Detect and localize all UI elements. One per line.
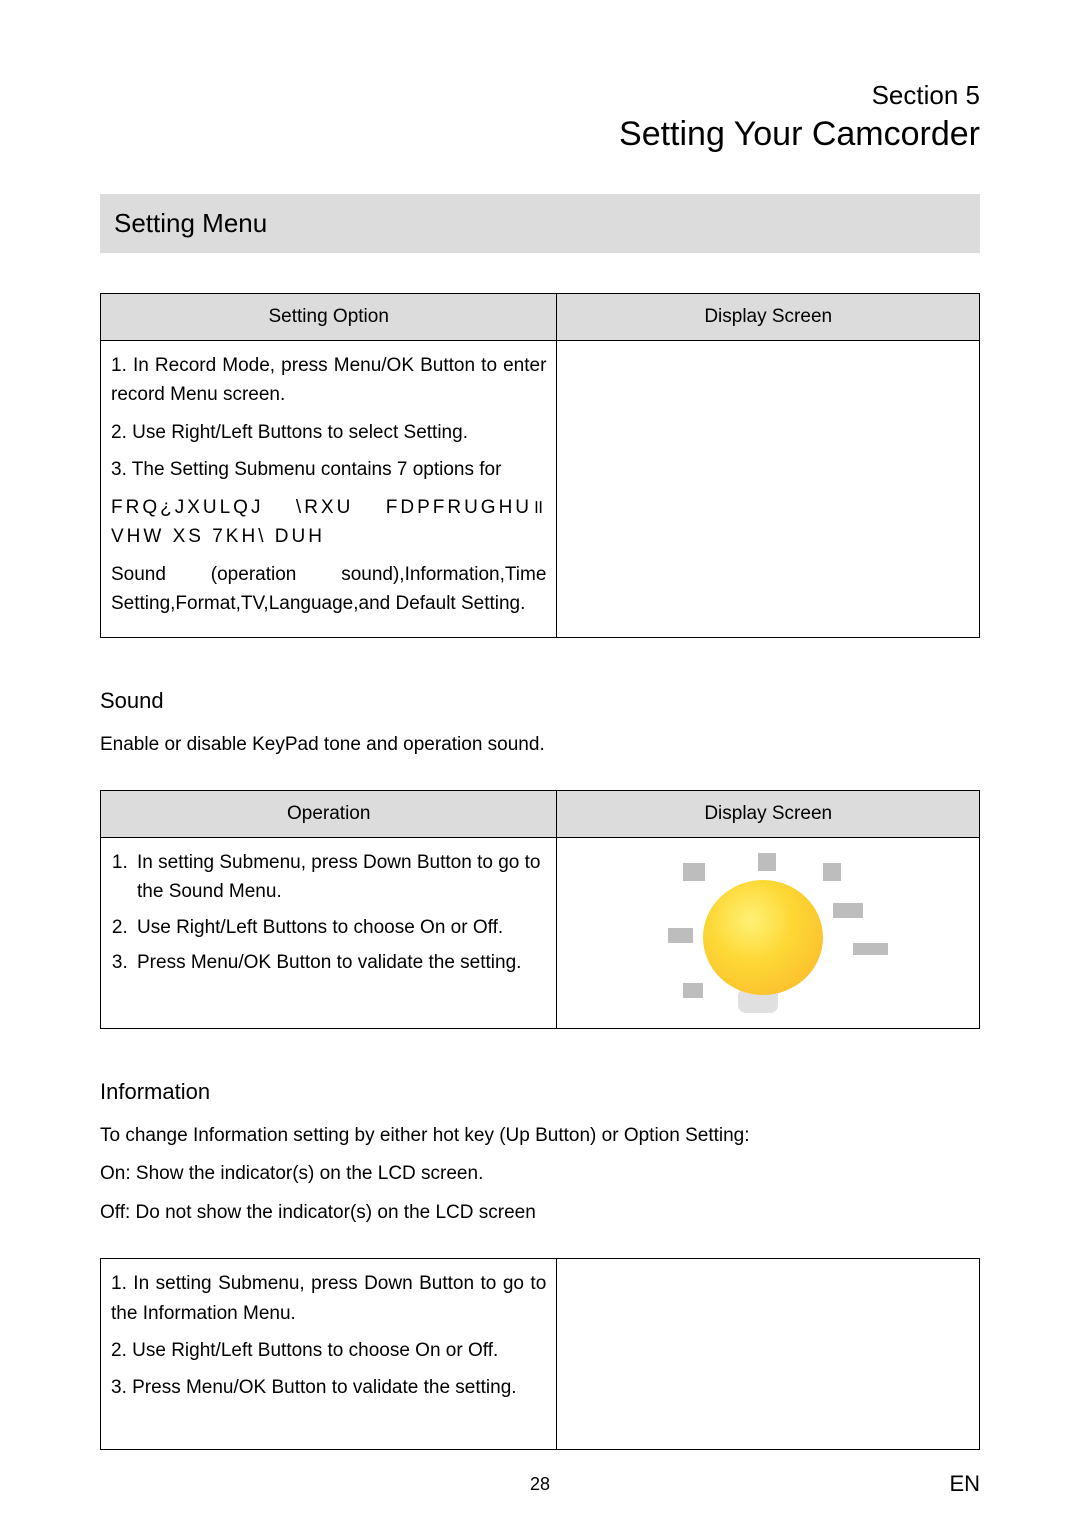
sound-display-cell bbox=[557, 837, 980, 1028]
setting-step-2: 2. Use Right/Left Buttons to select Sett… bbox=[111, 418, 546, 447]
table-header-display: Display Screen bbox=[557, 790, 980, 837]
table-header-option: Setting Option bbox=[101, 294, 557, 341]
table-header-operation: Operation bbox=[101, 790, 557, 837]
sound-operation-cell: In setting Submenu, press Down Button to… bbox=[101, 837, 557, 1028]
info-step-1: 1. In setting Submenu, press Down Button… bbox=[111, 1269, 546, 1328]
section-label: Section 5 bbox=[100, 80, 980, 111]
information-desc-2: On: Show the indicator(s) on the LCD scr… bbox=[100, 1159, 980, 1189]
sound-step-2: Use Right/Left Buttons to choose On or O… bbox=[133, 913, 546, 942]
manual-page: Section 5 Setting Your Camcorder Setting… bbox=[0, 0, 1080, 1527]
setting-step-3a: 3. The Setting Submenu contains 7 option… bbox=[111, 455, 546, 484]
information-desc-3: Off: Do not show the indicator(s) on the… bbox=[100, 1198, 980, 1228]
sound-step-3: Press Menu/OK Button to validate the set… bbox=[133, 948, 546, 977]
information-display-cell bbox=[557, 1259, 980, 1450]
information-table: 1. In setting Submenu, press Down Button… bbox=[100, 1258, 980, 1450]
sound-desc: Enable or disable KeyPad tone and operat… bbox=[100, 730, 980, 760]
sound-table: Operation Display Screen In setting Subm… bbox=[100, 790, 980, 1029]
setting-option-cell: 1. In Record Mode, press Menu/OK Button … bbox=[101, 341, 557, 638]
setting-step-3-garbled: FRQ¿JXULQJ \RXU FDPFRUGHU॥ VHW XS 7KH\ D… bbox=[111, 493, 546, 552]
section-title: Setting Your Camcorder bbox=[100, 115, 980, 154]
info-step-2: 2. Use Right/Left Buttons to choose On o… bbox=[111, 1336, 546, 1365]
sound-step-1: In setting Submenu, press Down Button to… bbox=[133, 848, 546, 907]
section-header: Section 5 Setting Your Camcorder bbox=[100, 80, 980, 154]
setting-menu-heading: Setting Menu bbox=[100, 194, 980, 253]
page-number: 28 bbox=[530, 1474, 550, 1495]
information-desc-1: To change Information setting by either … bbox=[100, 1121, 980, 1151]
language-label: EN bbox=[949, 1471, 980, 1497]
setting-step-3c: Sound (operation sound),Information,Time… bbox=[111, 560, 546, 619]
info-step-3: 3. Press Menu/OK Button to validate the … bbox=[111, 1373, 546, 1402]
information-heading: Information bbox=[100, 1079, 980, 1105]
sun-icon bbox=[638, 848, 898, 1018]
setting-menu-table: Setting Option Display Screen 1. In Reco… bbox=[100, 293, 980, 638]
table-header-display: Display Screen bbox=[557, 294, 980, 341]
setting-display-cell bbox=[557, 341, 980, 638]
information-operation-cell: 1. In setting Submenu, press Down Button… bbox=[101, 1259, 557, 1450]
sound-heading: Sound bbox=[100, 688, 980, 714]
setting-step-1: 1. In Record Mode, press Menu/OK Button … bbox=[111, 351, 546, 410]
page-footer: 28 EN bbox=[100, 1471, 980, 1497]
